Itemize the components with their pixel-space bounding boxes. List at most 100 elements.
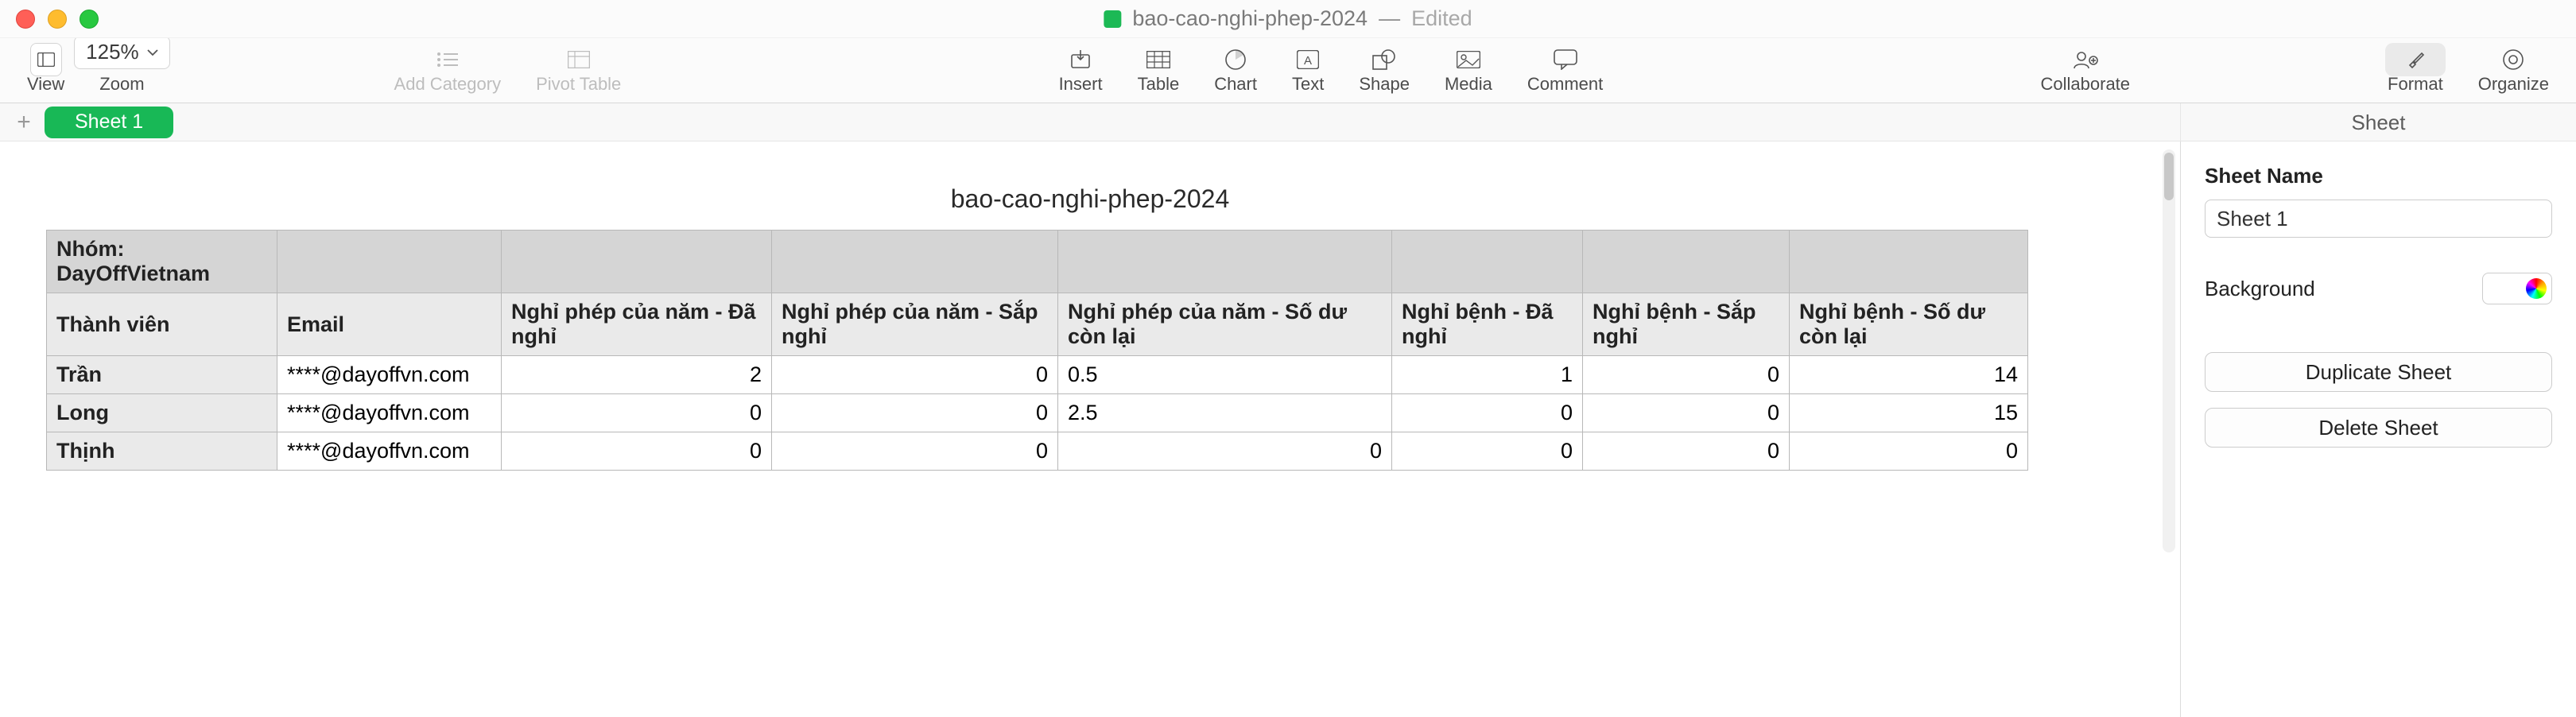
- chart-label: Chart: [1214, 74, 1257, 95]
- cell-annual-upcoming[interactable]: 0: [772, 432, 1058, 471]
- delete-sheet-button[interactable]: Delete Sheet: [2205, 408, 2552, 448]
- cell-sick-taken[interactable]: 0: [1392, 394, 1583, 432]
- header-annual-upcoming[interactable]: Nghỉ phép của năm - Sắp nghỉ: [772, 293, 1058, 356]
- close-window-button[interactable]: [16, 10, 35, 29]
- collaborate-button[interactable]: Collaborate: [2023, 47, 2148, 95]
- table-button[interactable]: Table: [1120, 47, 1197, 95]
- text-icon: A: [1292, 47, 1324, 72]
- header-sick-balance[interactable]: Nghỉ bệnh - Số dư còn lại: [1790, 293, 2028, 356]
- organize-button[interactable]: Organize: [2461, 47, 2566, 95]
- window-title: bao-cao-nghi-phep-2024 — Edited: [1104, 6, 1472, 31]
- format-button[interactable]: Format: [2370, 47, 2461, 95]
- data-table[interactable]: Nhóm: DayOffVietnam Thành viên Email Ngh…: [46, 230, 2028, 471]
- inspector-tab-sheet[interactable]: Sheet: [2180, 103, 2576, 141]
- cell-annual-balance[interactable]: 0.5: [1058, 356, 1392, 394]
- cell-sick-upcoming[interactable]: 0: [1583, 394, 1790, 432]
- header-email[interactable]: Email: [277, 293, 502, 356]
- comment-label: Comment: [1527, 74, 1603, 95]
- text-button[interactable]: A Text: [1274, 47, 1341, 95]
- background-color-picker[interactable]: [2482, 273, 2552, 304]
- media-icon: [1453, 47, 1484, 72]
- table-group-row[interactable]: Nhóm: DayOffVietnam: [47, 231, 2028, 293]
- collaborate-icon: [2070, 47, 2101, 72]
- group-label-cell[interactable]: Nhóm: DayOffVietnam: [47, 231, 277, 293]
- cell-email[interactable]: ****@dayoffvn.com: [277, 394, 502, 432]
- cell-member[interactable]: Trần: [47, 356, 277, 394]
- cell-annual-taken[interactable]: 2: [502, 356, 772, 394]
- chart-button[interactable]: Chart: [1197, 47, 1274, 95]
- cell-member[interactable]: Thịnh: [47, 432, 277, 471]
- cell-annual-upcoming[interactable]: 0: [772, 356, 1058, 394]
- inspector-panel: Sheet Name Background Duplicate Sheet De…: [2180, 141, 2576, 717]
- toolbar: View 125% Zoom Add Category Pivot Table: [0, 38, 2576, 103]
- cell-annual-taken[interactable]: 0: [502, 394, 772, 432]
- spreadsheet-canvas[interactable]: bao-cao-nghi-phep-2024 Nhóm: DayOffVietn…: [0, 141, 2180, 717]
- insert-label: Insert: [1059, 74, 1103, 95]
- table-label: Table: [1138, 74, 1180, 95]
- media-button[interactable]: Media: [1427, 47, 1510, 95]
- add-category-label: Add Category: [394, 74, 502, 95]
- color-wheel-icon: [2526, 278, 2547, 299]
- table-row[interactable]: Trần ****@dayoffvn.com 2 0 0.5 1 0 14: [47, 356, 2028, 394]
- view-label: View: [27, 74, 64, 95]
- title-separator: —: [1379, 6, 1400, 31]
- sheet-tab-label: Sheet 1: [75, 110, 143, 134]
- header-sick-upcoming[interactable]: Nghỉ bệnh - Sắp nghỉ: [1583, 293, 1790, 356]
- comment-icon: [1550, 47, 1581, 72]
- document-filename: bao-cao-nghi-phep-2024: [1132, 6, 1368, 31]
- cell-annual-balance[interactable]: 2.5: [1058, 394, 1392, 432]
- table-title[interactable]: bao-cao-nghi-phep-2024: [0, 184, 2180, 214]
- sheet-tabbar: + Sheet 1 Sheet: [0, 103, 2576, 141]
- header-member[interactable]: Thành viên: [47, 293, 277, 356]
- cell-annual-upcoming[interactable]: 0: [772, 394, 1058, 432]
- cell-sick-upcoming[interactable]: 0: [1583, 356, 1790, 394]
- header-sick-taken[interactable]: Nghỉ bệnh - Đã nghỉ: [1392, 293, 1583, 356]
- add-sheet-button[interactable]: +: [10, 108, 38, 137]
- pivot-table-label: Pivot Table: [536, 74, 621, 95]
- duplicate-sheet-button[interactable]: Duplicate Sheet: [2205, 352, 2552, 392]
- vertical-scrollbar[interactable]: [2163, 149, 2175, 552]
- scrollbar-thumb[interactable]: [2164, 153, 2174, 200]
- organize-label: Organize: [2478, 74, 2549, 95]
- cell-member[interactable]: Long: [47, 394, 277, 432]
- media-label: Media: [1445, 74, 1492, 95]
- background-label: Background: [2205, 277, 2315, 301]
- cell-email[interactable]: ****@dayoffvn.com: [277, 432, 502, 471]
- add-category-button[interactable]: Add Category: [377, 47, 519, 95]
- cell-annual-taken[interactable]: 0: [502, 432, 772, 471]
- cell-sick-balance[interactable]: 14: [1790, 356, 2028, 394]
- cell-sick-taken[interactable]: 1: [1392, 356, 1583, 394]
- zoom-label: Zoom: [99, 74, 144, 95]
- cell-sick-taken[interactable]: 0: [1392, 432, 1583, 471]
- cell-annual-balance[interactable]: 0: [1058, 432, 1392, 471]
- zoom-window-button[interactable]: [80, 10, 99, 29]
- cell-sick-balance[interactable]: 15: [1790, 394, 2028, 432]
- cell-email[interactable]: ****@dayoffvn.com: [277, 356, 502, 394]
- shape-button[interactable]: Shape: [1341, 47, 1427, 95]
- chart-icon: [1220, 47, 1251, 72]
- sidebar-icon: [30, 43, 62, 76]
- window-controls: [16, 10, 99, 29]
- cell-sick-upcoming[interactable]: 0: [1583, 432, 1790, 471]
- cell-sick-balance[interactable]: 0: [1790, 432, 2028, 471]
- sheet-name-input[interactable]: [2205, 200, 2552, 238]
- chevron-down-icon: [147, 49, 158, 56]
- table-header-row[interactable]: Thành viên Email Nghỉ phép của năm - Đã …: [47, 293, 2028, 356]
- shape-icon: [1368, 47, 1400, 72]
- insert-button[interactable]: Insert: [1042, 47, 1120, 95]
- collaborate-label: Collaborate: [2041, 74, 2131, 95]
- table-row[interactable]: Long ****@dayoffvn.com 0 0 2.5 0 0 15: [47, 394, 2028, 432]
- zoom-button[interactable]: 125% Zoom: [82, 47, 161, 95]
- document-status: Edited: [1411, 6, 1472, 31]
- insert-icon: [1065, 47, 1096, 72]
- header-annual-balance[interactable]: Nghỉ phép của năm - Số dư còn lại: [1058, 293, 1392, 356]
- table-row[interactable]: Thịnh ****@dayoffvn.com 0 0 0 0 0 0: [47, 432, 2028, 471]
- header-annual-taken[interactable]: Nghỉ phép của năm - Đã nghỉ: [502, 293, 772, 356]
- pivot-table-button[interactable]: Pivot Table: [518, 47, 638, 95]
- sheet-tab-1[interactable]: Sheet 1: [45, 107, 173, 138]
- text-label: Text: [1292, 74, 1324, 95]
- view-button[interactable]: View: [10, 47, 82, 95]
- comment-button[interactable]: Comment: [1510, 47, 1620, 95]
- minimize-window-button[interactable]: [48, 10, 67, 29]
- window-titlebar: bao-cao-nghi-phep-2024 — Edited: [0, 0, 2576, 38]
